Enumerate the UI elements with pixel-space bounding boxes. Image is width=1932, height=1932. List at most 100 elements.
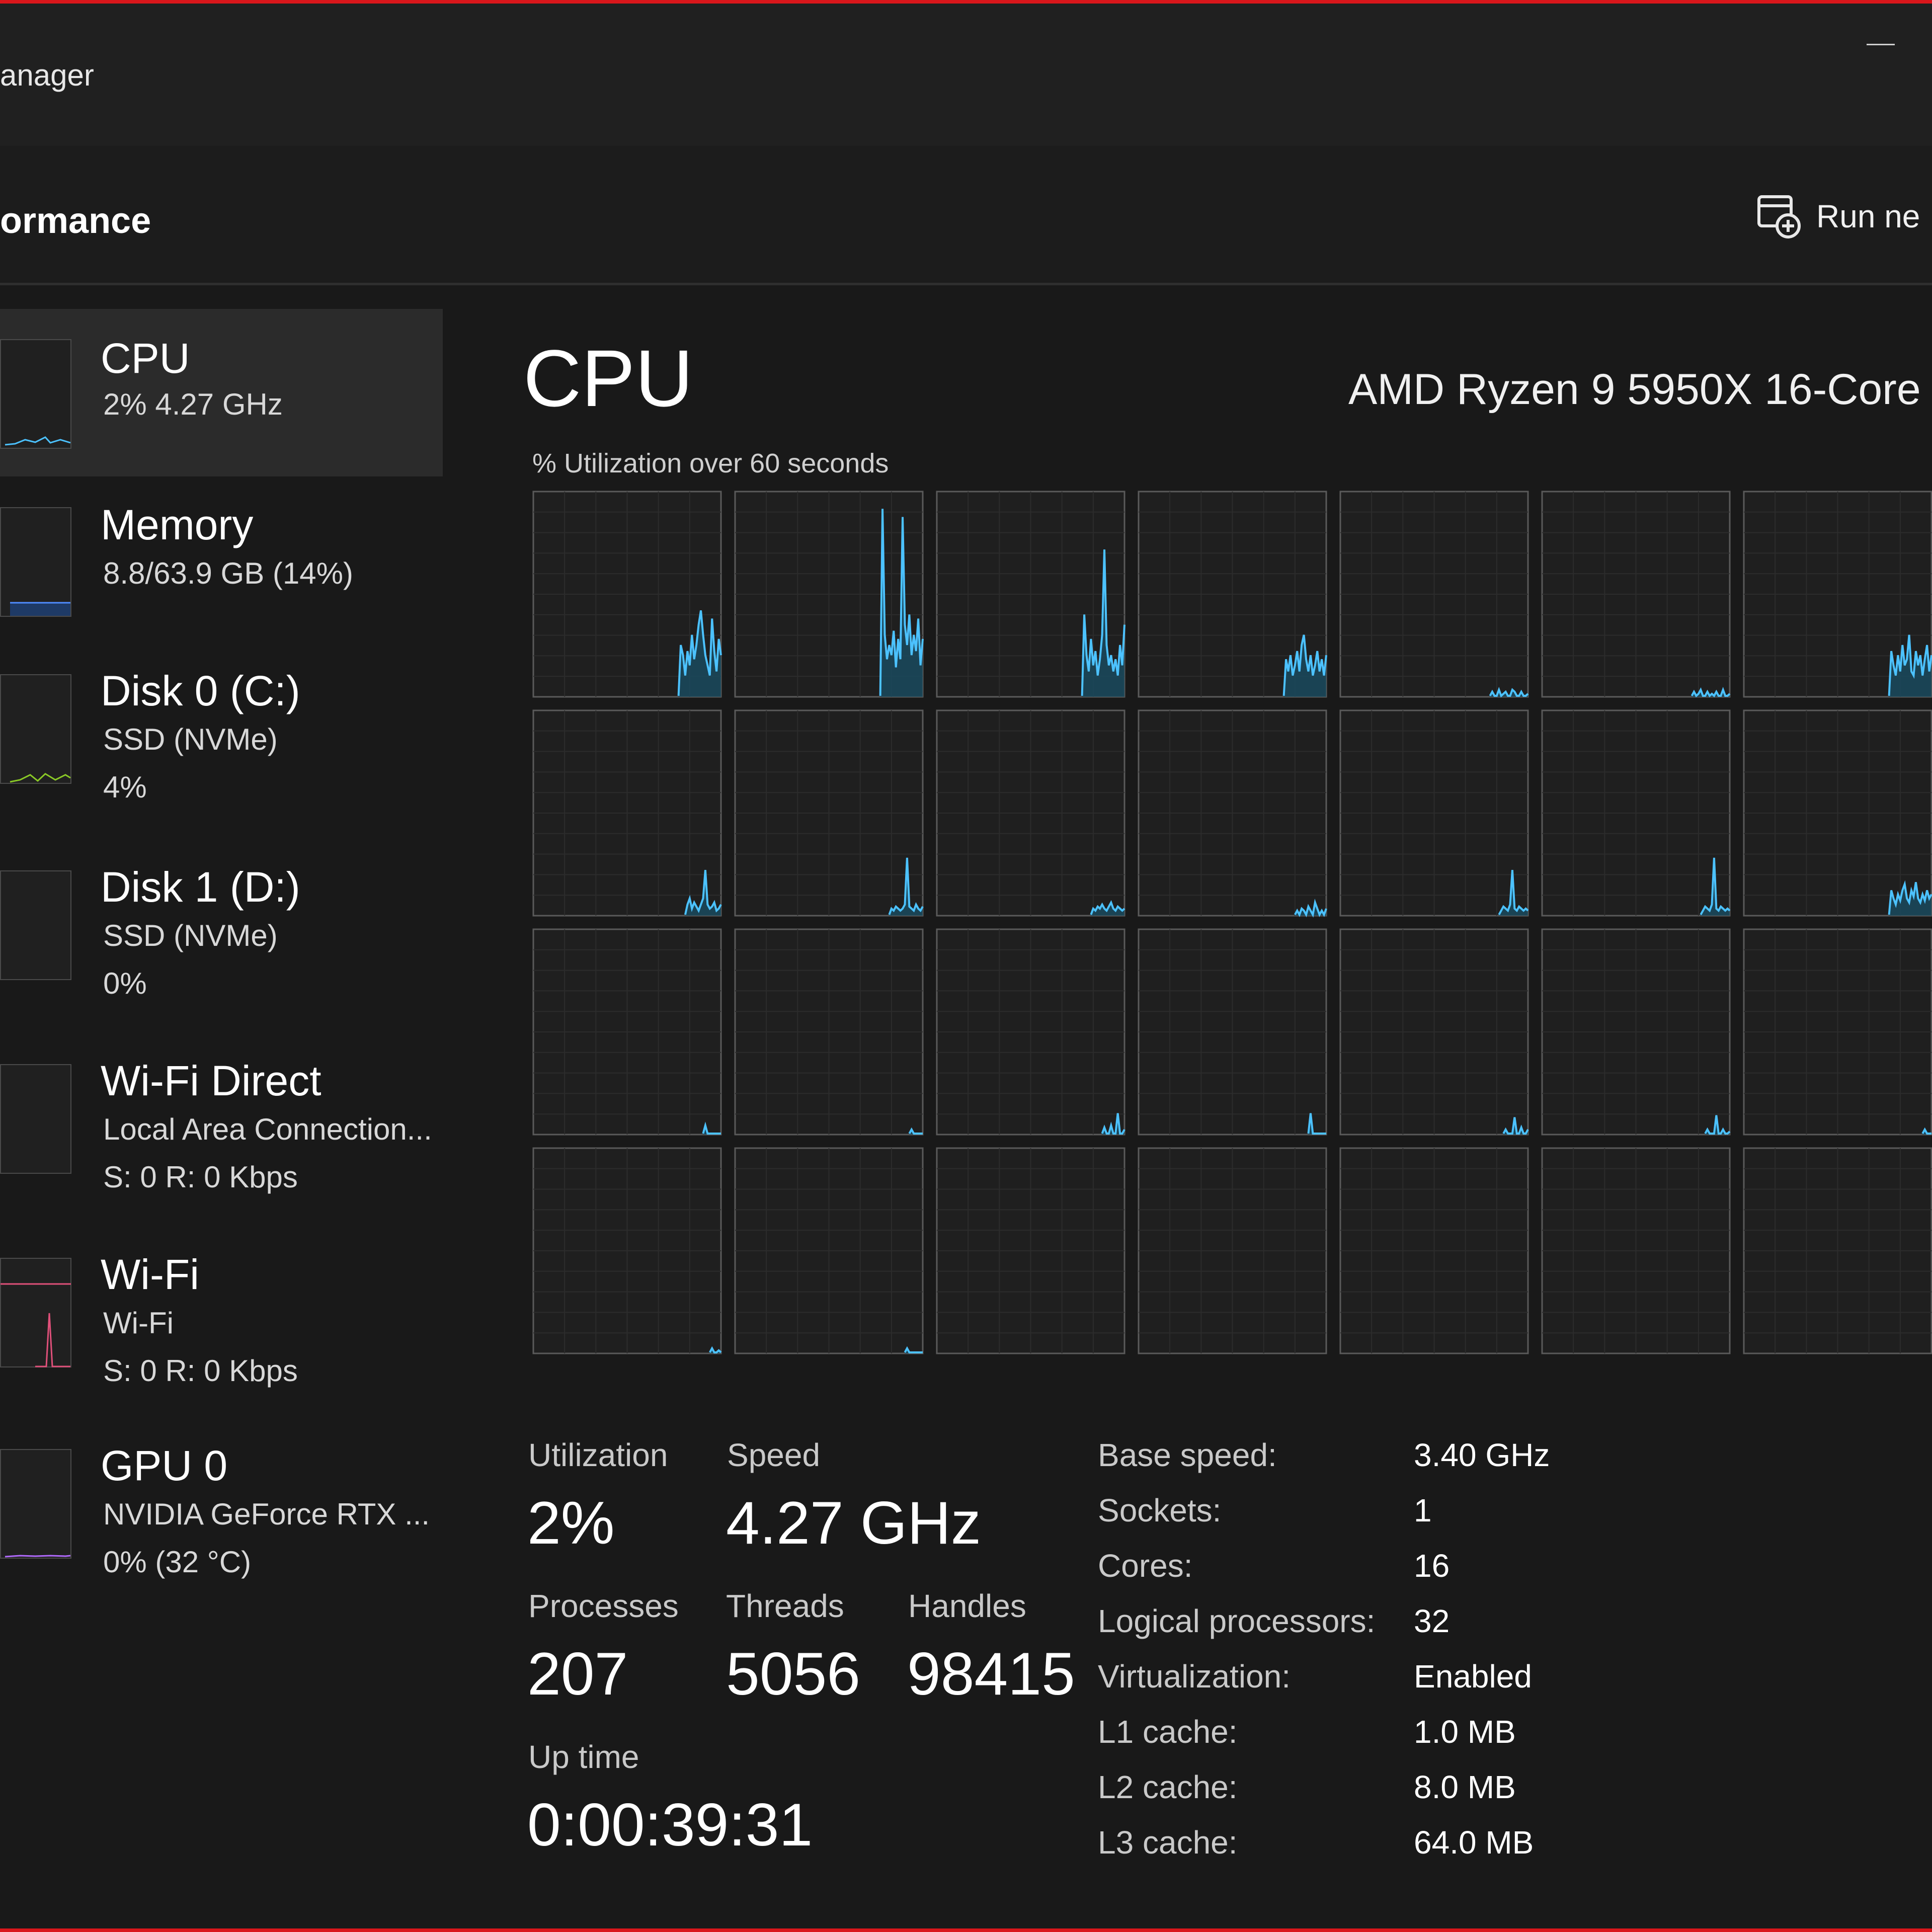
disk-1-mini-graph — [0, 870, 71, 980]
cpu-mini-graph — [0, 339, 71, 449]
wifi-mini-graph — [0, 1258, 71, 1367]
sidebar-item-detail-2: 4% — [103, 770, 147, 804]
sidebar-item-detail-2: 0% (32 °C) — [103, 1545, 252, 1579]
logical-processor-graph — [734, 491, 924, 698]
sidebar-item-title: Disk 1 (D:) — [101, 863, 300, 911]
sidebar-item-detail: Local Area Connection... — [103, 1112, 432, 1146]
logical-processor-graph — [734, 1147, 924, 1354]
logical-processor-graph — [936, 709, 1125, 917]
logical-processor-graph — [1339, 709, 1529, 917]
sidebar-item-title: Memory — [101, 501, 254, 548]
logical-processor-graph — [936, 928, 1125, 1136]
sidebar-item-detail: 8.8/63.9 GB (14%) — [103, 556, 353, 590]
minimize-button[interactable] — [1867, 44, 1895, 45]
title-bar: anager — [0, 4, 1932, 146]
threads-label: Threads — [726, 1588, 844, 1624]
spec-key: L2 cache: — [1098, 1769, 1238, 1805]
logical-processor-graph — [1541, 709, 1731, 917]
threads-value: 5056 — [726, 1640, 860, 1708]
uptime-label: Up time — [528, 1739, 639, 1775]
page-header — [0, 146, 1932, 285]
utilization-value: 2% — [527, 1489, 615, 1557]
sidebar-item-gpu-0[interactable]: GPU 0 NVIDIA GeForce RTX ... 0% (32 °C) — [0, 1434, 443, 1595]
page-title: ormance — [0, 201, 151, 241]
logical-processor-graph — [1138, 709, 1327, 918]
logical-processor-graph — [1339, 928, 1529, 1136]
speed-value: 4.27 GHz — [726, 1489, 981, 1557]
sidebar-item-detail: SSD (NVMe) — [103, 919, 278, 952]
logical-processor-graph — [936, 1147, 1125, 1354]
run-new-task-button[interactable]: Run ne — [1756, 194, 1920, 239]
logical-processor-graph — [1541, 1147, 1731, 1354]
window-title: anager — [0, 58, 94, 92]
speed-label: Speed — [727, 1437, 821, 1473]
logical-processor-graph — [1339, 491, 1529, 698]
utilization-label: Utilization — [528, 1437, 668, 1473]
logical-processor-graph — [734, 928, 924, 1136]
handles-value: 98415 — [907, 1640, 1075, 1708]
sidebar-item-disk-1[interactable]: Disk 1 (D:) SSD (NVMe) 0% — [0, 855, 443, 1016]
logical-processor-graphs — [532, 491, 1932, 1354]
logical-processor-graph — [734, 709, 924, 917]
spec-value: 32 — [1414, 1603, 1450, 1639]
sidebar-item-title: Wi-Fi Direct — [101, 1057, 321, 1104]
spec-key: Cores: — [1098, 1548, 1193, 1584]
logical-processor-graph — [1138, 491, 1327, 698]
disk-0-mini-graph — [0, 674, 71, 784]
logical-processor-graph — [1138, 928, 1327, 1136]
spec-value: 8.0 MB — [1414, 1769, 1516, 1805]
sidebar-item-detail: NVIDIA GeForce RTX ... — [103, 1497, 430, 1531]
sidebar-item-detail: 2% 4.27 GHz — [103, 387, 283, 421]
cpu-model-name: AMD Ryzen 9 5950X 16-Core — [1348, 365, 1921, 414]
logical-processor-graph — [1743, 928, 1932, 1136]
spec-value: 64.0 MB — [1414, 1824, 1534, 1861]
spec-value: 1.0 MB — [1414, 1714, 1516, 1750]
sidebar-item-memory[interactable]: Memory 8.8/63.9 GB (14%) — [0, 493, 443, 644]
spec-key: L3 cache: — [1098, 1824, 1238, 1861]
logical-processor-graph — [1743, 491, 1932, 698]
spec-value: 3.40 GHz — [1414, 1437, 1550, 1473]
sidebar-item-detail-2: S: 0 R: 0 Kbps — [103, 1160, 298, 1194]
sidebar-item-wifi-direct[interactable]: Wi-Fi Direct Local Area Connection... S:… — [0, 1049, 443, 1210]
uptime-value: 0:00:39:31 — [527, 1791, 813, 1859]
sidebar-item-disk-0[interactable]: Disk 0 (C:) SSD (NVMe) 4% — [0, 659, 443, 820]
sidebar-item-wifi[interactable]: Wi-Fi Wi-Fi S: 0 R: 0 Kbps — [0, 1243, 443, 1404]
gpu-0-mini-graph — [0, 1449, 71, 1559]
sidebar-item-detail-2: S: 0 R: 0 Kbps — [103, 1354, 298, 1388]
processes-value: 207 — [527, 1640, 628, 1708]
sidebar-item-title: CPU — [101, 335, 190, 382]
cpu-heading: CPU — [523, 333, 693, 423]
logical-processor-graph — [532, 709, 722, 917]
sidebar-item-title: Disk 0 (C:) — [101, 667, 300, 714]
processes-label: Processes — [528, 1588, 679, 1624]
handles-label: Handles — [908, 1588, 1026, 1624]
sidebar-item-detail: SSD (NVMe) — [103, 722, 278, 756]
spec-value: 16 — [1414, 1548, 1450, 1584]
utilization-graph-label: % Utilization over 60 seconds — [532, 448, 889, 478]
logical-processor-graph — [532, 491, 722, 698]
spec-key: Base speed: — [1098, 1437, 1277, 1473]
sidebar-item-detail: Wi-Fi — [103, 1306, 174, 1340]
logical-processor-graph — [1138, 1147, 1327, 1354]
memory-mini-graph — [0, 507, 71, 617]
logical-processor-graph — [1541, 928, 1731, 1136]
logical-processor-graph — [1743, 1147, 1932, 1354]
sidebar-item-detail-2: 0% — [103, 967, 147, 1000]
spec-key: Logical processors: — [1098, 1603, 1376, 1639]
spec-key: L1 cache: — [1098, 1714, 1238, 1750]
run-task-icon — [1757, 195, 1801, 238]
sidebar-item-cpu[interactable]: CPU 2% 4.27 GHz — [0, 309, 443, 476]
logical-processor-graph — [1541, 491, 1731, 698]
spec-value: 1 — [1414, 1492, 1432, 1528]
logical-processor-graph — [532, 1147, 722, 1354]
spec-value: Enabled — [1414, 1658, 1532, 1695]
sidebar-item-title: GPU 0 — [101, 1442, 228, 1489]
logical-processor-graph — [1339, 1147, 1529, 1354]
sidebar-item-title: Wi-Fi — [101, 1251, 199, 1298]
logical-processor-graph — [1743, 709, 1932, 917]
logical-processor-graph — [532, 928, 722, 1136]
logical-processor-graph — [936, 491, 1125, 698]
run-task-label: Run ne — [1816, 198, 1920, 234]
spec-key: Virtualization: — [1098, 1658, 1291, 1695]
spec-key: Sockets: — [1098, 1492, 1222, 1528]
